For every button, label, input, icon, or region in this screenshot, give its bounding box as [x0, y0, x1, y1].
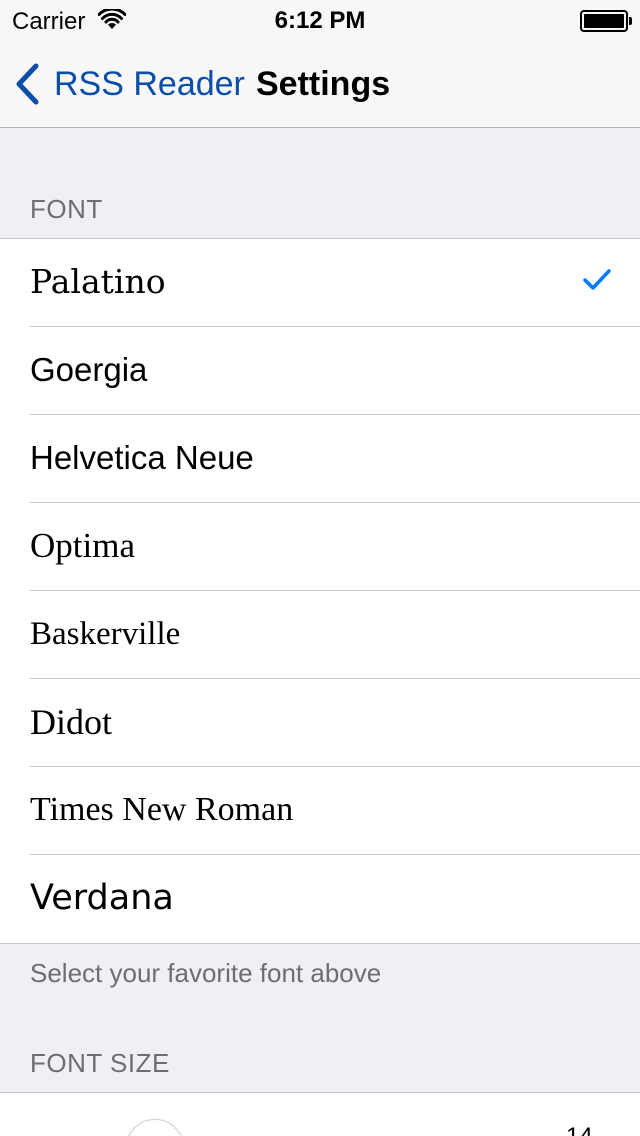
- font-option-didot[interactable]: Didot: [0, 679, 640, 767]
- font-option-label: Baskerville: [30, 616, 181, 652]
- font-section-header: FONT: [30, 194, 103, 224]
- font-option-georgia[interactable]: Goergia: [0, 327, 640, 415]
- font-section-footer: Select your favorite font above: [30, 958, 382, 988]
- navigation-bar: RSS Reader Settings: [0, 40, 640, 128]
- checkmark-icon: [583, 269, 611, 290]
- top-bar: Carrier 6:12 PM RSS Reader Settings: [0, 0, 640, 128]
- font-option-baskerville[interactable]: Baskerville: [0, 591, 640, 679]
- font-size-slider-thumb[interactable]: [126, 1119, 184, 1136]
- font-option-verdana[interactable]: Verdana: [0, 855, 640, 943]
- font-option-label: Times New Roman: [30, 791, 294, 828]
- font-option-palatino[interactable]: Palatino: [0, 239, 640, 327]
- font-size-section-header: FONT SIZE: [30, 1048, 170, 1078]
- back-button[interactable]: RSS Reader: [12, 60, 245, 108]
- status-time: 6:12 PM: [274, 7, 366, 34]
- font-option-label: Helvetica Neue: [30, 439, 254, 476]
- chevron-left-icon: [16, 63, 39, 105]
- font-option-label: Optima: [30, 526, 135, 565]
- font-option-label: Palatino: [30, 262, 166, 301]
- font-size-value: 14: [566, 1123, 593, 1136]
- font-option-times-new-roman[interactable]: Times New Roman: [0, 767, 640, 855]
- page-title: Settings: [256, 65, 391, 103]
- font-list: Palatino Goergia Helvetica Neue Optima B…: [0, 238, 640, 944]
- font-size-row: 14: [0, 1092, 640, 1136]
- font-option-label: Goergia: [30, 351, 148, 388]
- back-button-label: RSS Reader: [54, 64, 245, 103]
- font-option-label: Didot: [30, 702, 113, 742]
- font-option-optima[interactable]: Optima: [0, 503, 640, 591]
- battery-icon: [580, 10, 632, 32]
- font-option-label: Verdana: [30, 878, 174, 918]
- status-bar: Carrier 6:12 PM: [0, 0, 640, 40]
- font-option-helvetica-neue[interactable]: Helvetica Neue: [0, 415, 640, 503]
